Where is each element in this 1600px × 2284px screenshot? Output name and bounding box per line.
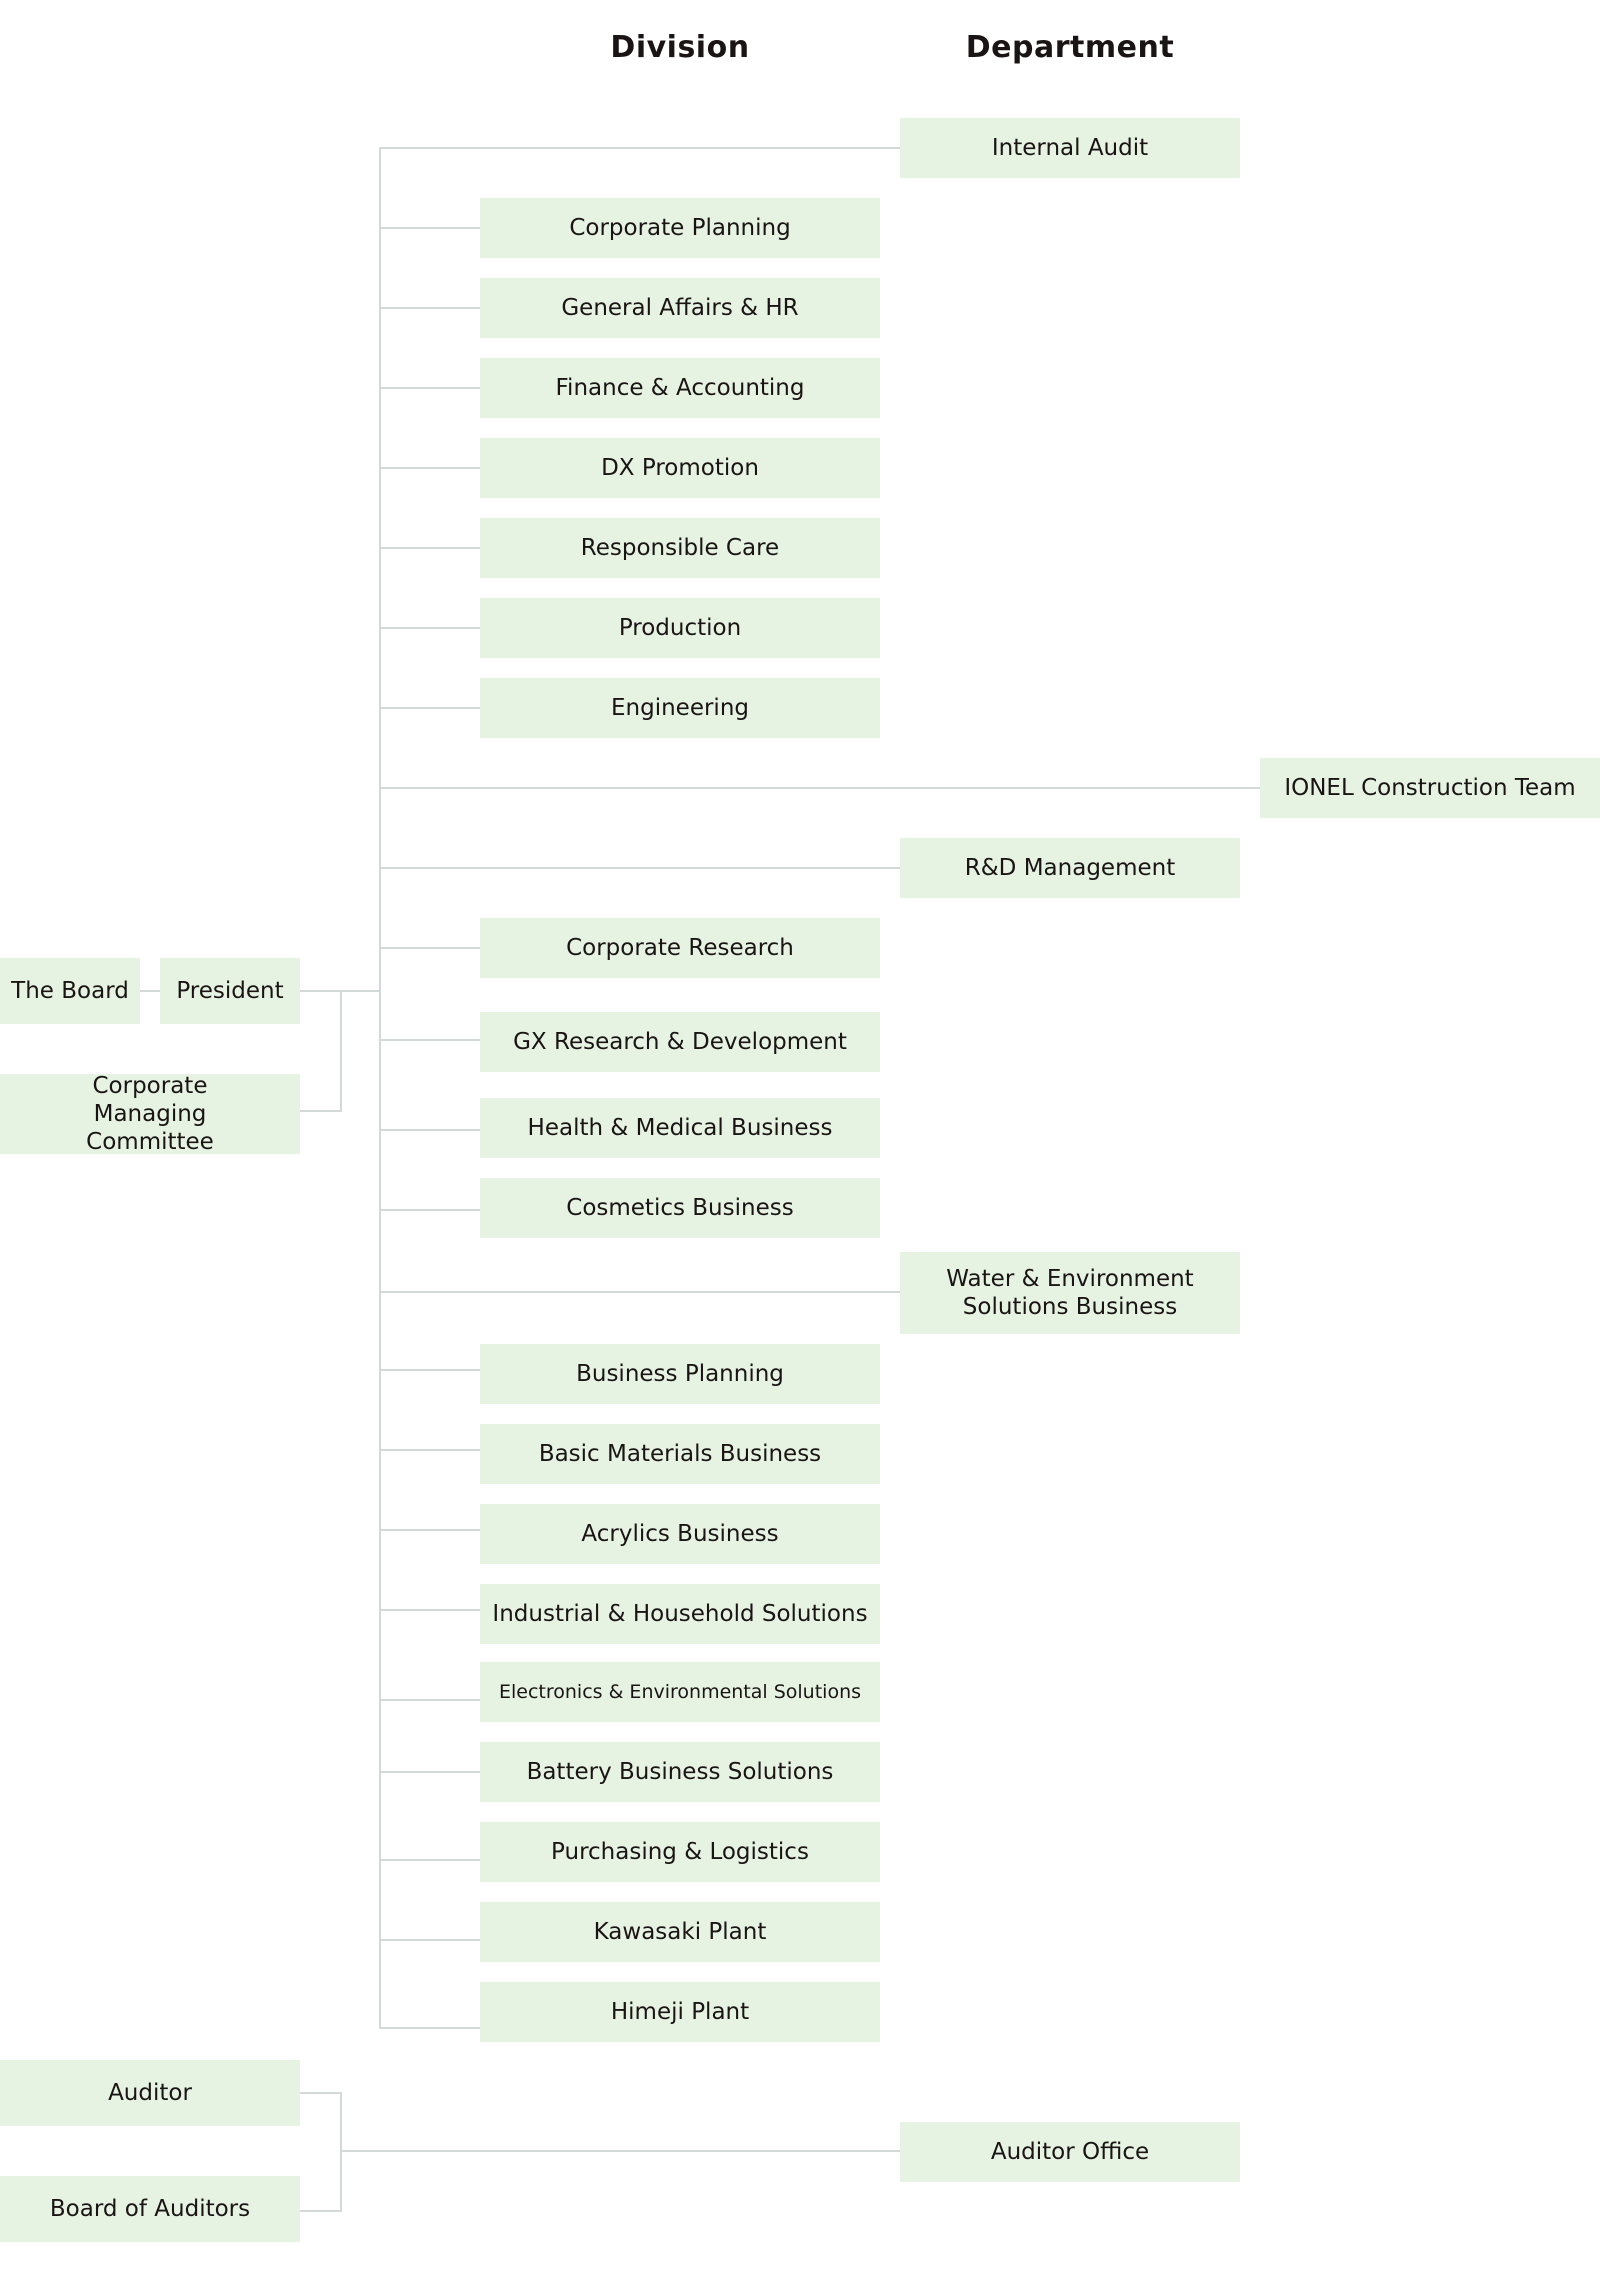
auditor-office-line [340,2150,900,2152]
branch-line-division [379,467,480,469]
board-of-auditors-box[interactable]: Board of Auditors [0,2176,300,2242]
branch-line-ionel [379,787,1260,789]
division-himeji-plant[interactable]: Himeji Plant [480,1982,880,2042]
president-box[interactable]: President [160,958,300,1024]
branch-line-division [379,1529,480,1531]
division-business-planning[interactable]: Business Planning [480,1344,880,1404]
corporate-managing-committee-box[interactable]: Corporate Managing Committee [0,1073,300,1155]
department-auditor-office[interactable]: Auditor Office [900,2122,1240,2182]
branch-line-division [379,1129,480,1131]
division-purchasing-logistics[interactable]: Purchasing & Logistics [480,1822,880,1882]
division-cosmetics-business[interactable]: Cosmetics Business [480,1178,880,1238]
division-dx-promotion[interactable]: DX Promotion [480,438,880,498]
division-engineering[interactable]: Engineering [480,678,880,738]
auditor-box[interactable]: Auditor [0,2060,300,2126]
branch-line-division [379,1449,480,1451]
auditor-bracket-bottom [300,2210,342,2212]
auditor-bracket-top [300,2092,342,2094]
cmc-bracket-horizontal [300,1110,342,1112]
department-column-header: Department [965,30,1175,65]
branch-line-rd-management [379,867,900,869]
branch-line-division [379,1859,480,1861]
division-general-affairs-hr[interactable]: General Affairs & HR [480,278,880,338]
branch-line-division [379,227,480,229]
division-health-medical-business[interactable]: Health & Medical Business [480,1098,880,1158]
branch-line-division [379,1039,480,1041]
department-rd-management[interactable]: R&D Management [900,838,1240,898]
branch-line-division [379,1699,480,1701]
department-water-environment-solutions[interactable]: Water & Environment Solutions Business [900,1252,1240,1334]
cmc-bracket-vertical [340,990,342,1112]
branch-line-internal-audit [379,147,900,149]
the-board-box[interactable]: The Board [0,958,140,1024]
division-battery-business-solutions[interactable]: Battery Business Solutions [480,1742,880,1802]
branch-line-water-environment [379,1291,900,1293]
branch-line-division [379,1609,480,1611]
division-acrylics-business[interactable]: Acrylics Business [480,1504,880,1564]
branch-line-division [379,1939,480,1941]
auditor-bracket-vertical [340,2092,342,2212]
division-responsible-care[interactable]: Responsible Care [480,518,880,578]
branch-line-division [379,1209,480,1211]
branch-line-division [379,307,480,309]
branch-line-division [379,707,480,709]
division-electronics-environmental-solutions[interactable]: Electronics & Environmental Solutions [480,1662,880,1722]
department-ionel-construction-team[interactable]: IONEL Construction Team [1260,758,1600,818]
branch-line-division [379,2027,480,2029]
division-column-header: Division [610,30,750,65]
division-corporate-research[interactable]: Corporate Research [480,918,880,978]
division-basic-materials-business[interactable]: Basic Materials Business [480,1424,880,1484]
branch-line-division [379,1771,480,1773]
department-internal-audit[interactable]: Internal Audit [900,118,1240,178]
branch-line-division [379,547,480,549]
division-corporate-planning[interactable]: Corporate Planning [480,198,880,258]
division-gx-research-development[interactable]: GX Research & Development [480,1012,880,1072]
branch-line-division [379,947,480,949]
branch-line-division [379,1369,480,1371]
branch-line-division [379,387,480,389]
division-kawasaki-plant[interactable]: Kawasaki Plant [480,1902,880,1962]
division-finance-accounting[interactable]: Finance & Accounting [480,358,880,418]
main-trunk-line [379,147,381,2029]
branch-line-division [379,627,480,629]
board-president-line [140,990,160,992]
division-industrial-household-solutions[interactable]: Industrial & Household Solutions [480,1584,880,1644]
division-production[interactable]: Production [480,598,880,658]
